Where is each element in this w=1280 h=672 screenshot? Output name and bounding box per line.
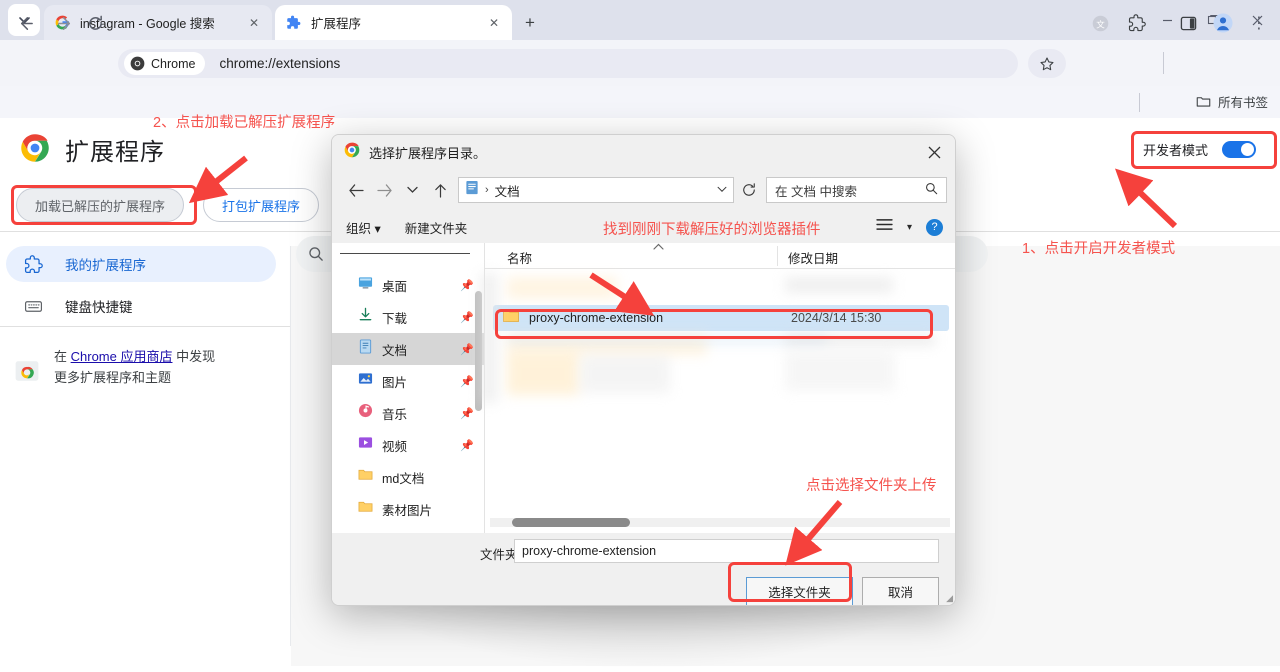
annotation-arrows (188, 155, 1178, 566)
arrow-to-select-folder-button (785, 500, 843, 566)
arrow-to-selected-folder (589, 272, 655, 316)
arrow-to-developer-mode (1114, 168, 1178, 229)
arrow-to-load-unpacked (188, 155, 248, 204)
